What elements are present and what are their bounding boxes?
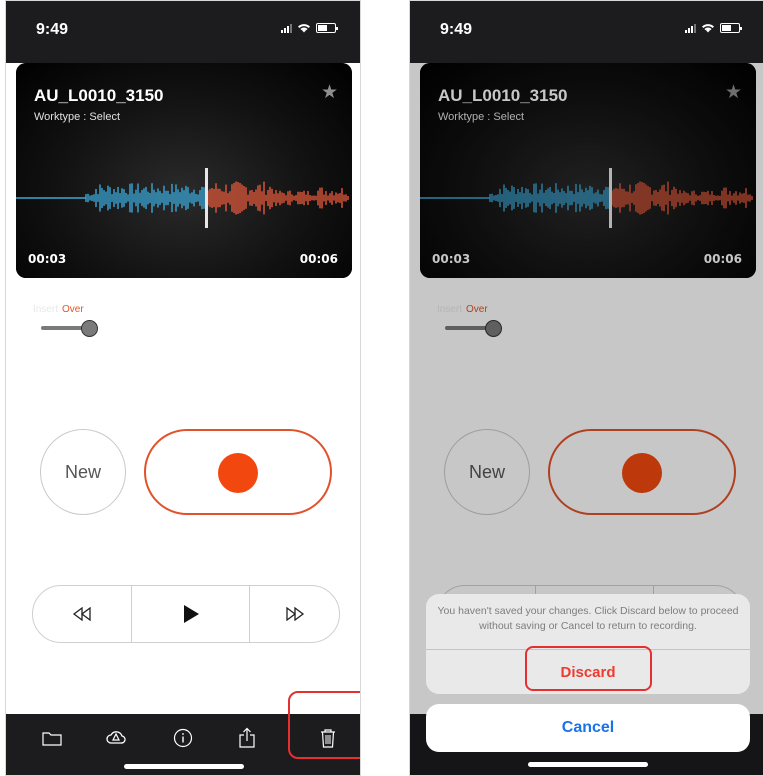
cancel-button[interactable]: Cancel	[426, 704, 750, 752]
recording-card: AU_L0010_3150 Worktype : Select ★ 00:03 …	[16, 63, 352, 278]
worktype-selector[interactable]: Worktype : Select	[34, 111, 120, 123]
status-time: 9:49	[440, 21, 473, 38]
transport-controls	[32, 585, 340, 643]
status-bar: 9:49	[6, 1, 360, 63]
fast-forward-icon	[286, 607, 305, 621]
record-button[interactable]	[144, 429, 332, 515]
mode-over-label: Over	[62, 304, 84, 315]
wifi-icon	[298, 24, 310, 33]
fast-forward-button[interactable]	[250, 586, 340, 642]
new-button[interactable]: New	[40, 429, 126, 515]
home-indicator	[528, 762, 648, 767]
playhead[interactable]	[205, 168, 208, 228]
status-bar: 9:49	[410, 1, 763, 63]
share-icon[interactable]	[233, 724, 261, 752]
discard-highlight-box	[525, 646, 652, 691]
status-icons	[281, 23, 338, 33]
insert-over-toggle[interactable]	[41, 320, 98, 338]
wifi-icon	[702, 24, 714, 33]
battery-icon	[316, 23, 338, 33]
phone-screen-recording: 9:49 AU_L0010_3150 Worktype : Select ★ 0…	[5, 0, 361, 776]
folder-icon[interactable]	[38, 724, 66, 752]
cloud-sync-icon[interactable]	[102, 724, 130, 752]
home-indicator	[124, 764, 244, 769]
total-time: 00:06	[299, 252, 338, 266]
dialog-message: You haven't saved your changes. Click Di…	[437, 605, 739, 632]
status-time: 9:49	[36, 21, 69, 38]
rewind-button[interactable]	[33, 586, 131, 642]
status-icons	[685, 23, 742, 33]
recording-title: AU_L0010_3150	[34, 86, 164, 105]
info-icon[interactable]	[169, 724, 197, 752]
play-button[interactable]	[132, 586, 249, 642]
waveform[interactable]	[16, 168, 352, 228]
play-icon	[183, 605, 199, 623]
rewind-icon	[72, 607, 91, 621]
battery-icon	[720, 23, 742, 33]
signal-icon	[685, 23, 696, 33]
toggle-knob[interactable]	[81, 320, 98, 337]
record-icon	[218, 453, 258, 493]
mode-insert-label: Insert	[33, 304, 59, 315]
star-icon[interactable]: ★	[321, 81, 338, 104]
trash-highlight-box	[288, 691, 360, 759]
mode-labels: Insert Over	[33, 304, 84, 315]
elapsed-time: 00:03	[28, 252, 67, 266]
signal-icon	[281, 23, 292, 33]
phone-screen-discard-dialog: 9:49 AU_L0010_3150 Worktype : Select ★ 0…	[409, 0, 763, 776]
